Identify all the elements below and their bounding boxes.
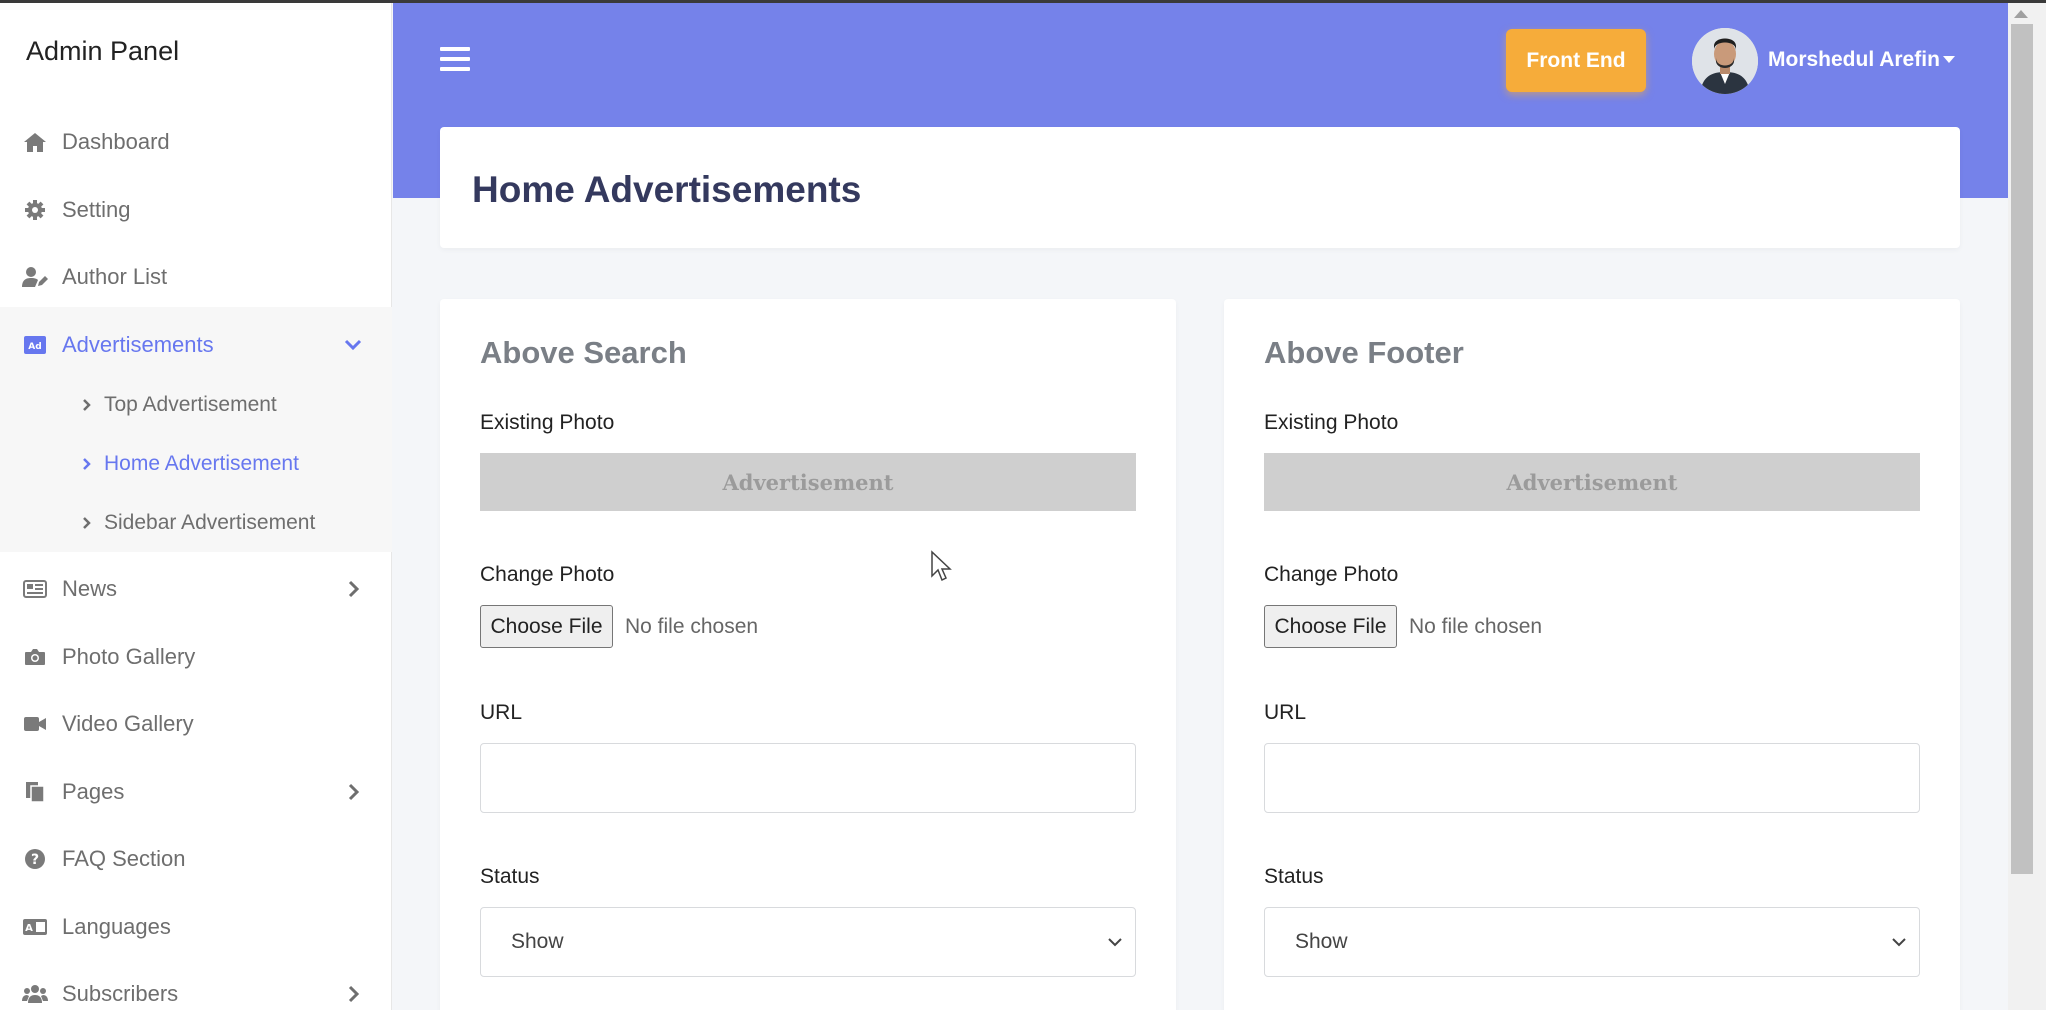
- chevron-right-icon: [80, 516, 94, 530]
- sidebar-item-label: News: [62, 576, 118, 601]
- choose-file-button[interactable]: Choose File: [1264, 605, 1397, 648]
- avatar[interactable]: [1692, 28, 1758, 94]
- home-icon: [22, 129, 48, 155]
- scroll-up-arrow-icon[interactable]: [2014, 10, 2028, 18]
- sidebar: Admin Panel Dashboard Setting Author Lis…: [0, 0, 392, 1010]
- sidebar-subitem-label: Top Advertisement: [104, 393, 277, 416]
- sidebar-item-video-gallery[interactable]: Video Gallery: [0, 691, 392, 757]
- change-photo-label: Change Photo: [1264, 563, 1399, 586]
- card-title: Above Footer: [1264, 335, 1464, 370]
- chevron-right-icon: [348, 985, 360, 1003]
- question-circle-icon: ?: [22, 846, 48, 872]
- caret-down-icon[interactable]: [1943, 56, 1955, 63]
- sidebar-item-label: Subscribers: [62, 981, 179, 1006]
- sidebar-item-label: Author List: [62, 264, 168, 289]
- page-title: Home Advertisements: [472, 169, 862, 210]
- sidebar-item-label: Photo Gallery: [62, 644, 196, 669]
- camera-icon: [22, 644, 48, 670]
- window-top-border: [0, 0, 2046, 3]
- file-status-text: No file chosen: [1409, 615, 1543, 638]
- sidebar-subitem-sidebar-advertisement[interactable]: Sidebar Advertisement: [80, 503, 315, 543]
- ad-icon: Ad: [22, 332, 48, 358]
- page-header-card: Home Advertisements: [440, 127, 1960, 248]
- sidebar-subitem-top-advertisement[interactable]: Top Advertisement: [80, 385, 277, 425]
- chevron-right-icon: [80, 398, 94, 412]
- front-end-button[interactable]: Front End: [1506, 29, 1646, 92]
- status-select[interactable]: Show: [480, 907, 1136, 977]
- sidebar-item-label: FAQ Section: [62, 846, 186, 871]
- pages-icon: [22, 779, 48, 805]
- url-label: URL: [1264, 701, 1307, 724]
- url-label: URL: [480, 701, 523, 724]
- chevron-down-icon: [344, 339, 362, 351]
- sidebar-subitem-label: Sidebar Advertisement: [104, 511, 316, 534]
- users-icon: [22, 981, 48, 1007]
- svg-text:?: ?: [31, 852, 39, 868]
- sidebar-item-photo-gallery[interactable]: Photo Gallery: [0, 624, 392, 690]
- newspaper-icon: [22, 576, 48, 602]
- status-select-value: Show: [1295, 930, 1348, 953]
- chevron-right-icon: [348, 580, 360, 598]
- existing-photo-label: Existing Photo: [1264, 411, 1399, 434]
- sidebar-item-news[interactable]: News: [0, 556, 392, 622]
- chevron-down-icon: [1108, 938, 1122, 947]
- card-title: Above Search: [480, 335, 687, 370]
- menu-toggle-icon[interactable]: [440, 47, 470, 73]
- status-select[interactable]: Show: [1264, 907, 1920, 977]
- url-input[interactable]: [480, 743, 1136, 813]
- sidebar-item-setting[interactable]: Setting: [0, 177, 392, 243]
- change-photo-label: Change Photo: [480, 563, 615, 586]
- chevron-right-icon: [348, 783, 360, 801]
- url-input[interactable]: [1264, 743, 1920, 813]
- sidebar-subitem-home-advertisement[interactable]: Home Advertisement: [80, 444, 299, 484]
- sidebar-item-advertisements[interactable]: Ad Advertisements: [0, 312, 392, 378]
- user-menu-name[interactable]: Morshedul Arefin: [1768, 48, 1940, 72]
- above-footer-card: Above Footer Existing Photo Advertisemen…: [1224, 299, 1960, 1010]
- scrollbar-thumb[interactable]: [2011, 24, 2033, 874]
- sidebar-item-label: Setting: [62, 197, 131, 222]
- svg-text:A: A: [25, 923, 33, 934]
- sidebar-item-label: Advertisements: [62, 332, 214, 357]
- brand-title: Admin Panel: [26, 36, 180, 66]
- sidebar-subitem-label: Home Advertisement: [104, 452, 299, 475]
- sidebar-item-faq-section[interactable]: ? FAQ Section: [0, 826, 392, 892]
- video-icon: [22, 711, 48, 737]
- choose-file-button[interactable]: Choose File: [480, 605, 613, 648]
- language-icon: A: [22, 914, 48, 940]
- status-label: Status: [480, 865, 540, 888]
- sidebar-item-label: Dashboard: [62, 129, 170, 154]
- above-search-card: Above Search Existing Photo Advertisemen…: [440, 299, 1176, 1010]
- existing-photo-image: Advertisement: [1264, 453, 1920, 511]
- sidebar-item-languages[interactable]: A Languages: [0, 894, 392, 960]
- mouse-cursor-icon: [931, 550, 952, 582]
- status-select-value: Show: [511, 930, 564, 953]
- sidebar-item-author-list[interactable]: Author List: [0, 244, 392, 310]
- sidebar-item-subscribers[interactable]: Subscribers: [0, 961, 392, 1010]
- status-label: Status: [1264, 865, 1324, 888]
- chevron-right-icon: [80, 457, 94, 471]
- chevron-down-icon: [1892, 938, 1906, 947]
- user-edit-icon: [22, 264, 48, 290]
- existing-photo-label: Existing Photo: [480, 411, 615, 434]
- svg-text:Ad: Ad: [28, 342, 41, 352]
- sidebar-item-label: Pages: [62, 779, 125, 804]
- sidebar-item-label: Languages: [62, 914, 171, 939]
- existing-photo-image: Advertisement: [480, 453, 1136, 511]
- gear-icon: [22, 197, 48, 223]
- file-status-text: No file chosen: [625, 615, 759, 638]
- sidebar-item-label: Video Gallery: [62, 711, 194, 736]
- sidebar-item-pages[interactable]: Pages: [0, 759, 392, 825]
- sidebar-item-dashboard[interactable]: Dashboard: [0, 109, 392, 175]
